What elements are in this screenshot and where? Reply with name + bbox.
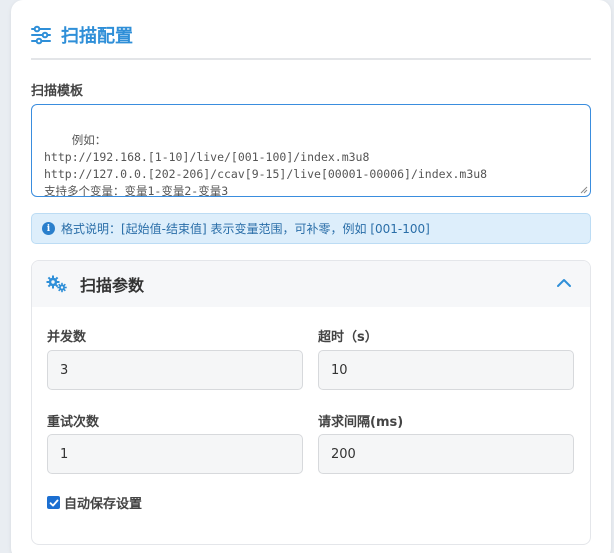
retry-value: 1 — [60, 446, 69, 462]
format-info-box: i 格式说明：[起始值-结束值] 表示变量范围，可补零，例如 [001-100] — [31, 213, 591, 244]
format-info-text: 格式说明：[起始值-结束值] 表示变量范围，可补零，例如 [001-100] — [61, 222, 430, 236]
checkmark-icon — [49, 499, 59, 506]
sliders-icon — [31, 25, 51, 45]
timeout-input[interactable]: 10 — [318, 350, 574, 390]
template-label: 扫描模板 — [31, 84, 84, 99]
scan-config-card: 扫描配置 扫描模板 例如： http://192.168.[1-10]/live… — [11, 0, 611, 553]
template-textarea[interactable]: 例如： http://192.168.[1-10]/live/[001-100]… — [31, 104, 591, 197]
gears-icon — [46, 275, 67, 293]
card-header: 扫描配置 — [31, 22, 133, 48]
info-icon: i — [42, 222, 55, 235]
params-title: 扫描参数 — [80, 276, 145, 295]
concurrency-label: 并发数 — [47, 330, 87, 345]
concurrency-value: 3 — [60, 362, 69, 378]
timeout-label: 超时（s） — [318, 330, 378, 345]
params-header[interactable]: 扫描参数 — [32, 261, 590, 307]
interval-label: 请求间隔(ms) — [318, 415, 404, 430]
template-text: 例如： http://192.168.[1-10]/live/[001-100]… — [44, 133, 488, 197]
retry-input[interactable]: 1 — [47, 434, 303, 474]
autosave-label: 自动保存设置 — [64, 497, 143, 512]
scan-params-panel: 扫描参数 并发数 3 超时（s） 10 重试次数 1 请求间隔(ms) 200 — [31, 260, 591, 545]
concurrency-input[interactable]: 3 — [47, 350, 303, 390]
resize-grip-icon[interactable] — [580, 186, 588, 194]
retry-label: 重试次数 — [47, 415, 100, 430]
page-title: 扫描配置 — [61, 26, 133, 47]
interval-value: 200 — [331, 446, 356, 462]
header-divider — [31, 58, 591, 60]
chevron-up-icon[interactable] — [556, 275, 572, 291]
autosave-checkbox[interactable] — [47, 496, 60, 509]
timeout-value: 10 — [331, 362, 348, 378]
interval-input[interactable]: 200 — [318, 434, 574, 474]
autosave-row[interactable]: 自动保存设置 — [47, 493, 142, 512]
